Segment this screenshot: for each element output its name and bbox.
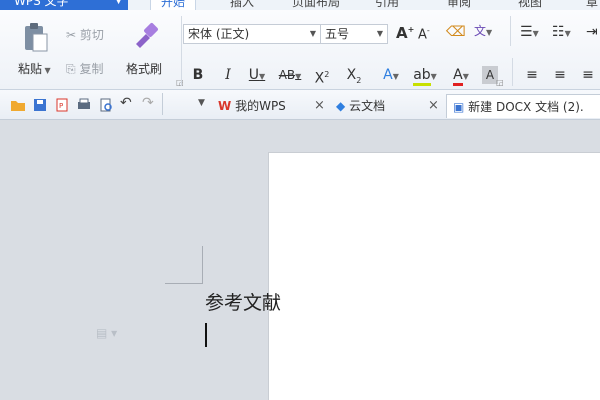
font-color-button[interactable]: A▼ xyxy=(446,66,476,86)
divider xyxy=(510,16,511,46)
align-left-icon[interactable]: ≡ xyxy=(524,66,540,84)
ribbon: 粘贴 ▼ ✂ 剪切 ⎘ 复制 格式刷 ◲ 宋体 (正文) ▼ 五号 ▼ A+ A- … xyxy=(0,10,600,90)
tab-chapter[interactable]: 章 xyxy=(586,0,598,10)
paste-label[interactable]: 粘贴 ▼ xyxy=(18,60,51,77)
svg-text:P: P xyxy=(59,102,63,110)
save-icon[interactable] xyxy=(32,97,48,113)
bold-button[interactable]: B xyxy=(190,66,206,84)
margin-corner-marker xyxy=(202,246,203,284)
text-effects-button[interactable]: A▼ xyxy=(376,66,406,84)
chevron-down-icon: ▼ xyxy=(115,0,122,6)
chevron-down-icon: ▼ xyxy=(376,29,383,38)
chevron-down-icon: ▼ xyxy=(309,29,316,38)
strikethrough-button[interactable]: AB▼ xyxy=(275,66,305,84)
highlight-color-button[interactable]: ab▼ xyxy=(410,66,440,86)
print-preview-icon[interactable] xyxy=(98,97,114,113)
paste-options-icon[interactable]: ▤ ▾ xyxy=(96,326,117,340)
doc-tab-cloud[interactable]: ◆ 云文档 xyxy=(336,94,385,118)
font-name-select[interactable]: 宋体 (正文) ▼ xyxy=(183,24,321,44)
text-cursor xyxy=(205,323,207,347)
tab-view[interactable]: 视图 xyxy=(518,0,542,10)
tab-review[interactable]: 审阅 xyxy=(447,0,471,10)
redo-button[interactable]: ↷ xyxy=(142,95,154,111)
font-size-select[interactable]: 五号 ▼ xyxy=(320,24,388,44)
title-bar: WPS 文字 ▼ 开始 插入 页面布局 引用 审阅 视图 章 xyxy=(0,0,600,10)
app-menu-button[interactable]: WPS 文字 ▼ xyxy=(0,0,128,10)
scissors-icon: ✂ xyxy=(66,28,77,42)
document-text[interactable]: 参考文献 xyxy=(205,288,281,315)
paste-button[interactable] xyxy=(20,20,50,54)
divider xyxy=(162,93,163,115)
grow-font-button[interactable]: A+ xyxy=(396,24,414,42)
copy-icon: ⎘ xyxy=(66,62,76,76)
underline-button[interactable]: U▼ xyxy=(246,66,268,84)
margin-corner-marker xyxy=(165,283,203,284)
shrink-font-button[interactable]: A- xyxy=(418,26,430,42)
divider xyxy=(512,58,513,86)
align-center-icon[interactable]: ≡ xyxy=(552,66,568,84)
cloud-cube-icon: ◆ xyxy=(336,99,346,113)
subscript-button[interactable]: X2 xyxy=(344,66,364,85)
clipboard-dialog-launcher[interactable]: ◲ xyxy=(176,78,184,87)
doc-tab-my-wps[interactable]: W 我的WPS xyxy=(218,94,286,118)
document-workspace[interactable]: ▤ ▾ 参考文献 xyxy=(0,120,600,400)
document-icon: ▣ xyxy=(453,100,465,114)
tab-page-layout[interactable]: 页面布局 xyxy=(292,0,340,10)
tab-home[interactable]: 开始 xyxy=(150,0,197,10)
clear-format-icon[interactable]: ⌫ xyxy=(446,24,466,40)
tab-references[interactable]: 引用 xyxy=(375,0,399,10)
phonetic-guide-icon[interactable]: 文▼ xyxy=(474,22,492,39)
align-right-icon[interactable]: ≡ xyxy=(580,66,596,84)
cut-button[interactable]: ✂ 剪切 xyxy=(66,26,104,43)
export-pdf-icon[interactable]: P xyxy=(54,97,70,113)
undo-button[interactable]: ↶ xyxy=(120,95,132,111)
divider xyxy=(181,16,182,86)
format-painter-label[interactable]: 格式刷 xyxy=(126,60,162,77)
quick-access-toolbar: P ↶ ↷ ▼ W 我的WPS × ◆ 云文档 × ▣ 新建 DOCX 文档 (… xyxy=(0,90,600,120)
copy-button[interactable]: ⎘ 复制 xyxy=(66,60,103,77)
format-painter-icon[interactable] xyxy=(132,20,160,50)
doc-tab-active[interactable]: ▣ 新建 DOCX 文档 (2). xyxy=(446,94,600,118)
app-menu-label: WPS 文字 xyxy=(14,0,69,8)
font-dialog-launcher[interactable]: ◲ xyxy=(496,78,504,87)
numbered-list-icon[interactable]: ☷▼ xyxy=(552,24,571,40)
superscript-button[interactable]: X2 xyxy=(312,66,332,87)
tab-insert[interactable]: 插入 xyxy=(230,0,254,10)
close-tab-my-wps[interactable]: × xyxy=(314,94,325,118)
open-folder-icon[interactable] xyxy=(10,97,26,113)
print-icon[interactable] xyxy=(76,97,92,113)
wps-logo-icon: W xyxy=(218,99,232,113)
tab-list-dropdown[interactable]: ▼ xyxy=(198,98,205,108)
indent-icon[interactable]: ⇥ xyxy=(586,24,598,40)
close-tab-cloud[interactable]: × xyxy=(428,94,439,118)
document-page[interactable] xyxy=(268,152,600,400)
italic-button[interactable]: I xyxy=(220,66,236,84)
clipboard-icon xyxy=(25,23,48,52)
bullets-list-icon[interactable]: ☰▼ xyxy=(520,24,539,40)
